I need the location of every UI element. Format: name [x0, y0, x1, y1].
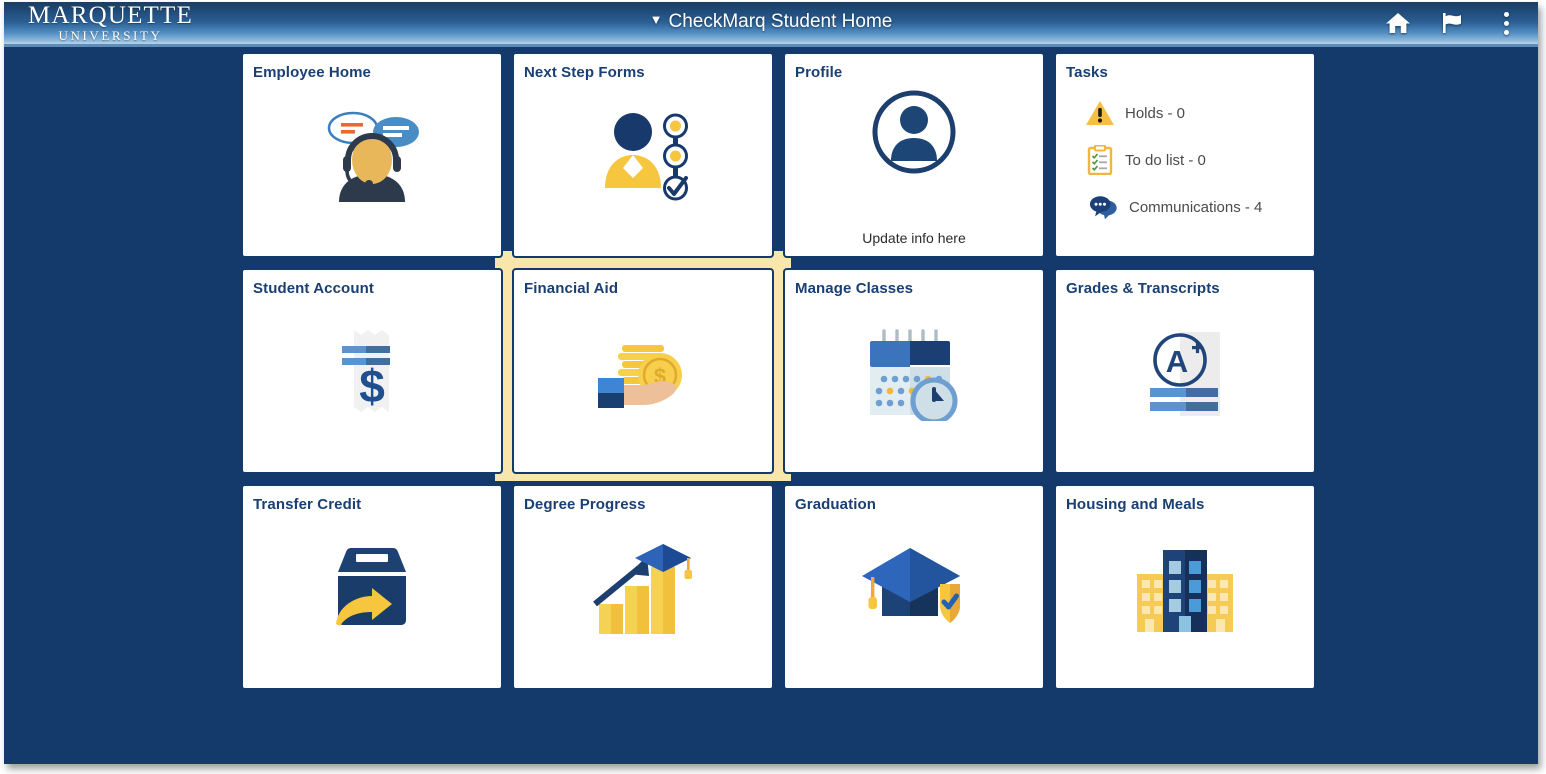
tile-title: Next Step Forms [524, 64, 645, 81]
tile-cell: Graduation [783, 479, 1045, 695]
tile-employee-home[interactable]: Employee Home [241, 52, 503, 258]
task-row-communications[interactable]: Communications - 4 [1081, 192, 1289, 222]
clipboard-check-icon [1085, 145, 1115, 175]
chevron-down-icon: ▼ [649, 12, 663, 27]
tile-title: Housing and Meals [1066, 496, 1205, 513]
grade-a-plus-icon: A [1056, 304, 1314, 444]
tile-title: Tasks [1066, 64, 1108, 81]
marquette-logo: MARQUETTE UNIVERSITY [18, 3, 203, 42]
header-actions [1384, 2, 1520, 44]
tile-title: Transfer Credit [253, 496, 362, 513]
tile-cell: Tasks Holds - 0 To do list - 0 Communica… [1054, 47, 1316, 263]
flag-icon[interactable] [1438, 8, 1466, 38]
app-root: MARQUETTE UNIVERSITY ▼ CheckMarq Student … [0, 0, 1546, 774]
user-avatar-icon [785, 82, 1043, 182]
tile-cell: Profile Update info here [783, 47, 1045, 263]
task-label: To do list - 0 [1125, 151, 1206, 169]
tasks-list: Holds - 0 To do list - 0 Communications … [1056, 98, 1314, 222]
logo-wordmark: MARQUETTE [28, 2, 193, 29]
tile-next-step-forms[interactable]: Next Step Forms [512, 52, 774, 258]
tile-title: Student Account [253, 280, 374, 297]
task-row-holds[interactable]: Holds - 0 [1085, 98, 1285, 128]
support-agent-icon [243, 88, 501, 228]
calendar-clock-icon [785, 304, 1043, 444]
tile-title: Graduation [795, 496, 877, 513]
tile-title: Financial Aid [524, 280, 619, 297]
tile-student-account[interactable]: Student Account $ [241, 268, 503, 474]
hand-coins-icon: $ [514, 304, 772, 444]
cap-shield-icon [785, 520, 1043, 660]
tile-grades-transcripts[interactable]: Grades & Transcripts A [1054, 268, 1316, 474]
speech-bubbles-icon [1089, 192, 1119, 222]
tile-cell: Student Account $ [241, 263, 503, 479]
tile-title: Manage Classes [795, 280, 914, 297]
tile-cell-highlighted: Financial Aid $ [495, 251, 791, 481]
tile-title: Employee Home [253, 64, 372, 81]
tile-title: Degree Progress [524, 496, 646, 513]
person-steps-icon [514, 88, 772, 228]
tile-cell: Next Step Forms [512, 47, 774, 263]
tile-profile[interactable]: Profile Update info here [783, 52, 1045, 258]
bar-chart-cap-icon [514, 520, 772, 660]
tile-grid: Employee Home Next Step Forms Profile Up… [241, 47, 1327, 695]
page-title-text: CheckMarq Student Home [668, 11, 893, 33]
page-title[interactable]: ▼ CheckMarq Student Home [4, 2, 1538, 44]
tile-manage-classes[interactable]: Manage Classes [783, 268, 1045, 474]
tile-tasks[interactable]: Tasks Holds - 0 To do list - 0 Communica… [1054, 52, 1316, 258]
tile-title: Grades & Transcripts [1066, 280, 1220, 297]
svg-text:$: $ [359, 360, 385, 412]
tile-cell: Housing and Meals [1054, 479, 1316, 695]
tile-cell: Grades & Transcripts A [1054, 263, 1316, 479]
svg-text:A: A [1166, 344, 1188, 379]
tile-housing-meals[interactable]: Housing and Meals [1054, 484, 1316, 690]
warning-triangle-icon [1085, 98, 1115, 128]
menu-dot [1503, 20, 1509, 26]
menu-dot [1503, 11, 1509, 17]
tile-cell: Degree Progress [512, 479, 774, 695]
tile-cell: Employee Home [241, 47, 503, 263]
tile-financial-aid[interactable]: Financial Aid $ [512, 268, 774, 474]
tile-cell: Transfer Credit [241, 479, 503, 695]
tile-footer-text: Update info here [862, 230, 966, 246]
page-header: MARQUETTE UNIVERSITY ▼ CheckMarq Student … [4, 2, 1538, 44]
tile-cell: Manage Classes [783, 263, 1045, 479]
building-icon [1056, 520, 1314, 660]
tile-title: Profile [795, 64, 843, 81]
browser-window: MARQUETTE UNIVERSITY ▼ CheckMarq Student … [4, 2, 1538, 764]
actions-menu-icon[interactable] [1492, 8, 1520, 38]
tile-graduation[interactable]: Graduation [783, 484, 1045, 690]
box-arrow-icon [243, 520, 501, 660]
tile-degree-progress[interactable]: Degree Progress [512, 484, 774, 690]
receipt-dollar-icon: $ [243, 304, 501, 444]
home-icon[interactable] [1384, 8, 1412, 38]
tile-transfer-credit[interactable]: Transfer Credit [241, 484, 503, 690]
task-row-todo[interactable]: To do list - 0 [1085, 145, 1285, 175]
task-label: Communications - 4 [1129, 198, 1263, 216]
task-label: Holds - 0 [1125, 104, 1186, 122]
logo-subtext: UNIVERSITY [58, 28, 163, 43]
menu-dot [1503, 29, 1509, 35]
